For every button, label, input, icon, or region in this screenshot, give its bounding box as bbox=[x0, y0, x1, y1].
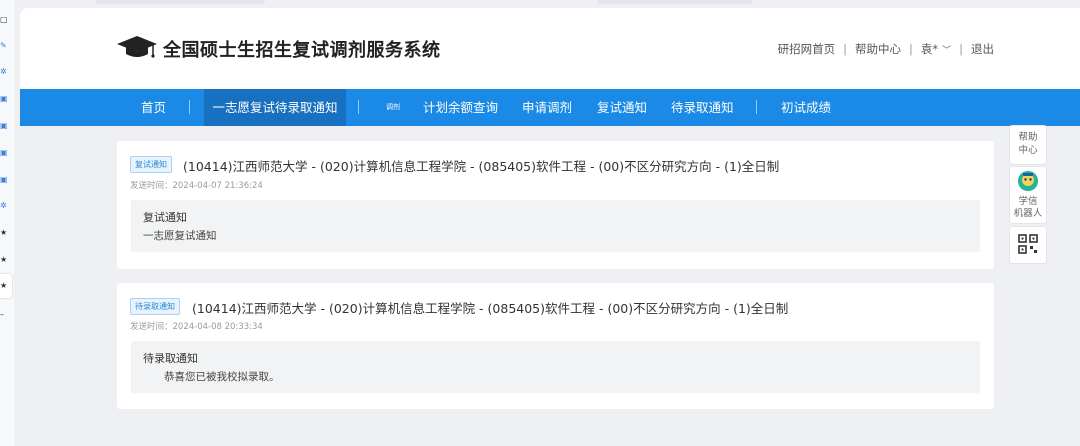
nav-divider bbox=[358, 100, 359, 114]
nav-divider bbox=[189, 100, 190, 114]
graduation-cap-icon bbox=[117, 36, 157, 58]
help-widget-line1: 帮助 bbox=[1018, 132, 1038, 143]
notice-heading: 复试通知 bbox=[143, 211, 187, 224]
user-menu[interactable]: 袁* ﹀ bbox=[921, 41, 951, 57]
window-icon[interactable]: ▢ bbox=[0, 15, 8, 24]
top-ghost-bar bbox=[95, 0, 265, 4]
qr-code-widget[interactable] bbox=[1009, 226, 1047, 264]
robot-widget-line1: 学信 bbox=[1018, 196, 1038, 207]
notice-time-label: 发送时间： bbox=[130, 322, 173, 332]
star-icon[interactable]: ★ bbox=[0, 281, 8, 290]
divider: | bbox=[908, 42, 913, 56]
site-header: 全国硕士生招生复试调剂服务系统 研招网首页 | 帮助中心 | 袁* ﹀ | 退出 bbox=[20, 8, 1080, 89]
settings-icon[interactable]: ✲ bbox=[0, 67, 8, 76]
notice-title[interactable]: (10414)江西师范大学 - (020)计算机信息工程学院 - (085405… bbox=[192, 298, 788, 317]
notice-tag: 待录取通知 bbox=[130, 298, 180, 315]
link-help[interactable]: 帮助中心 bbox=[855, 41, 901, 57]
nav-adjust[interactable]: 调剂 bbox=[386, 89, 400, 126]
top-ghost-bar bbox=[597, 0, 752, 4]
clipboard-icon[interactable]: ▣ bbox=[0, 148, 8, 157]
minus-icon: – bbox=[0, 310, 4, 319]
notice-content: 复试通知 一志愿复试通知 bbox=[131, 200, 980, 252]
notice-body: 一志愿复试通知 bbox=[143, 230, 217, 242]
clipboard-icon[interactable]: ▣ bbox=[0, 94, 8, 103]
nav-first-choice-notice[interactable]: 一志愿复试待录取通知 bbox=[204, 89, 346, 126]
main-nav: 首页 一志愿复试待录取通知 调剂 计划余额查询 申请调剂 复试通知 待录取通知 … bbox=[20, 89, 1080, 126]
notice-time-label: 发送时间： bbox=[130, 181, 173, 191]
robot-widget[interactable]: 学信 机器人 bbox=[1009, 166, 1047, 224]
notice-card: 复试通知 (10414)江西师范大学 - (020)计算机信息工程学院 - (0… bbox=[117, 141, 994, 269]
chevron-down-icon: ﹀ bbox=[942, 46, 952, 56]
qr-code-icon bbox=[1018, 234, 1038, 254]
nav-home[interactable]: 首页 bbox=[141, 89, 166, 126]
notice-body: 恭喜您已被我校拟录取。 bbox=[164, 371, 280, 383]
notice-tag: 复试通知 bbox=[130, 156, 172, 173]
user-name: 袁* bbox=[920, 42, 939, 56]
site-title: 全国硕士生招生复试调剂服务系统 bbox=[163, 40, 441, 61]
browser-side-strip: ▢ ✎ ✲ ▣ ▣ ▣ ▣ ✲ ★ ★ ★ – bbox=[0, 0, 14, 446]
notice-card: 待录取通知 (10414)江西师范大学 - (020)计算机信息工程学院 - (… bbox=[117, 283, 994, 409]
nav-divider bbox=[756, 100, 757, 114]
star-icon[interactable]: ★ bbox=[0, 255, 8, 264]
clipboard-icon[interactable]: ▣ bbox=[0, 121, 8, 130]
star-icon[interactable]: ★ bbox=[0, 228, 8, 237]
nav-plan-balance[interactable]: 计划余额查询 bbox=[423, 89, 498, 126]
nav-initial-score[interactable]: 初试成绩 bbox=[781, 89, 831, 126]
nav-apply-adjust[interactable]: 申请调剂 bbox=[522, 89, 572, 126]
robot-widget-line2: 机器人 bbox=[1013, 208, 1043, 219]
notice-heading: 待录取通知 bbox=[143, 352, 198, 365]
help-center-widget[interactable]: 帮助 中心 bbox=[1009, 125, 1047, 165]
notice-content: 待录取通知 恭喜您已被我校拟录取。 bbox=[131, 341, 980, 393]
notice-time: 发送时间：2024-04-08 20:33:34 bbox=[130, 320, 263, 332]
divider: | bbox=[959, 42, 963, 56]
divider: | bbox=[843, 42, 847, 56]
nav-retest-notice[interactable]: 复试通知 bbox=[597, 89, 647, 126]
settings-icon[interactable]: ✲ bbox=[0, 201, 8, 210]
pen-icon[interactable]: ✎ bbox=[0, 41, 8, 50]
robot-avatar-icon bbox=[1018, 171, 1038, 191]
top-links: 研招网首页 | 帮助中心 | 袁* ﹀ | 退出 bbox=[778, 41, 994, 57]
link-home[interactable]: 研招网首页 bbox=[778, 41, 836, 57]
notice-title[interactable]: (10414)江西师范大学 - (020)计算机信息工程学院 - (085405… bbox=[183, 156, 779, 175]
link-logout[interactable]: 退出 bbox=[971, 41, 994, 57]
clipboard-icon[interactable]: ▣ bbox=[0, 175, 8, 184]
notice-time-value: 2024-04-07 21:36:24 bbox=[172, 181, 263, 191]
help-widget-line2: 中心 bbox=[1018, 145, 1038, 156]
notice-time: 发送时间：2024-04-07 21:36:24 bbox=[130, 179, 263, 191]
nav-admission-notice[interactable]: 待录取通知 bbox=[671, 89, 734, 126]
notice-time-value: 2024-04-08 20:33:34 bbox=[172, 322, 263, 332]
